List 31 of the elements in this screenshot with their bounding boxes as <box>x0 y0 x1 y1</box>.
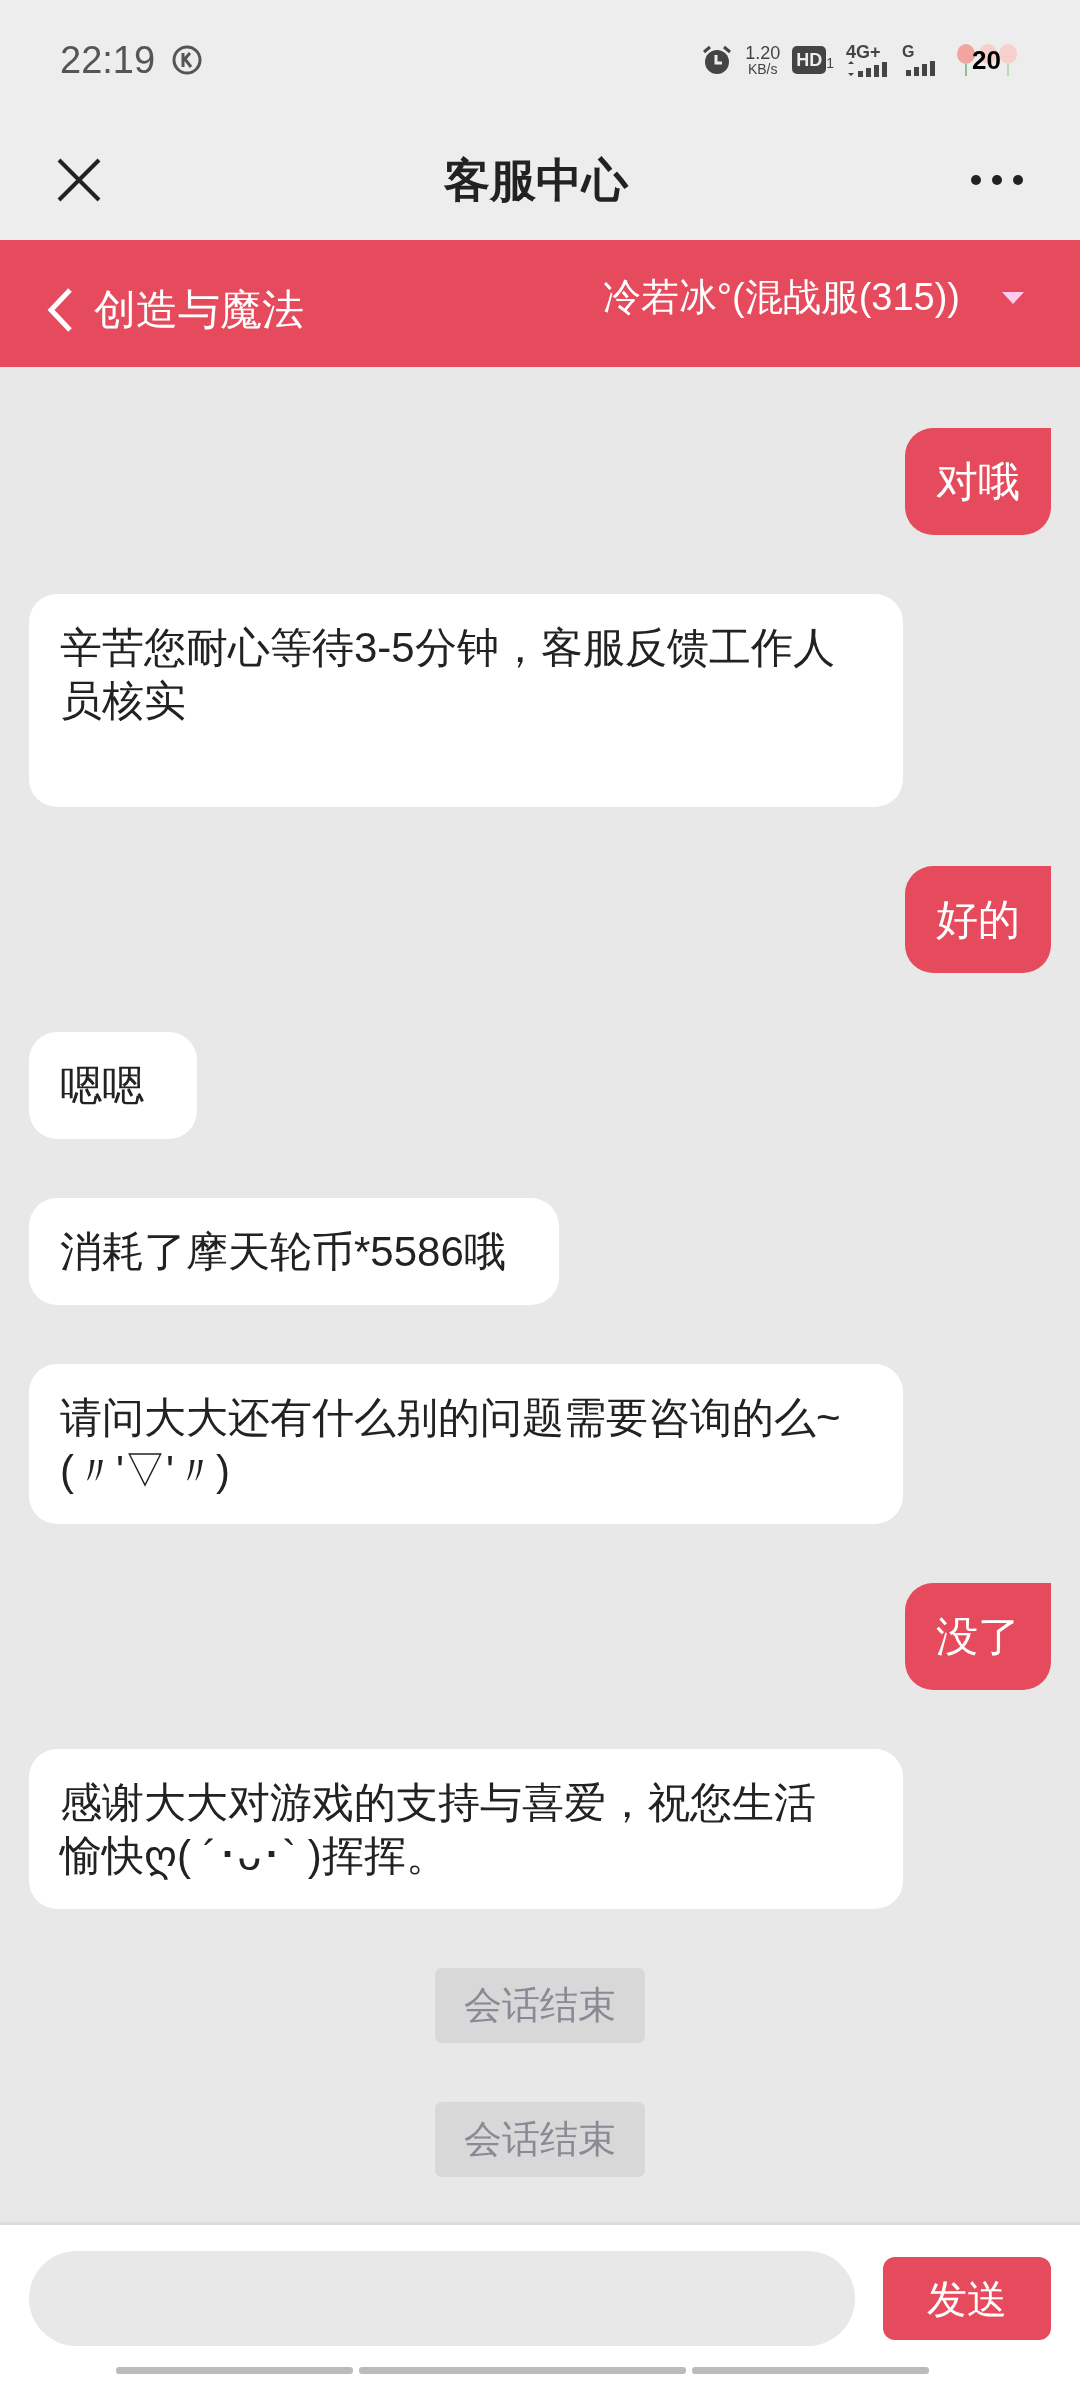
k-circle-icon <box>171 44 204 76</box>
speed-unit: KB/s <box>747 62 778 76</box>
sent-message: 没了 <box>905 1583 1051 1690</box>
received-message: 辛苦您耐心等待3-5分钟，客服反馈工作人员核实 <box>29 594 903 807</box>
network-type: G <box>902 44 915 60</box>
more-icon[interactable] <box>970 174 1024 186</box>
received-message: 嗯嗯 <box>29 1032 197 1139</box>
status-time: 22:19 <box>60 37 156 83</box>
send-button[interactable]: 发送 <box>883 2257 1051 2340</box>
page-title: 客服中心 <box>444 152 628 208</box>
received-message: 请问大大还有什么别的问题需要咨询的么~(〃'▽'〃) <box>29 1364 903 1524</box>
alarm-icon <box>701 44 734 76</box>
hd-badge: HD <box>792 46 827 74</box>
home-indicator-icon <box>116 2367 930 2374</box>
game-name: 创造与魔法 <box>94 285 304 335</box>
battery-level: 20 <box>972 43 1001 77</box>
session-ended-notice: 会话结束 <box>435 1968 645 2043</box>
server-selector[interactable]: 冷若冰°(混战服(315)) <box>602 269 960 326</box>
received-message: 消耗了摩天轮币*5586哦 <box>29 1198 559 1305</box>
session-ended-notice: 会话结束 <box>435 2102 645 2177</box>
back-icon[interactable] <box>46 286 74 333</box>
sent-message: 好的 <box>905 866 1051 973</box>
received-message: 感谢大大对游戏的支持与喜爱，祝您生活愉快ღ( ´･ᴗ･` )挥挥。 <box>29 1749 903 1909</box>
close-icon[interactable] <box>56 157 102 203</box>
signal-icon <box>846 61 890 77</box>
network-type: 4G+ <box>846 43 881 61</box>
flower-battery-icon <box>954 42 1020 78</box>
sent-message: 对哦 <box>905 428 1051 535</box>
hd-sim-number: 1 <box>826 54 834 73</box>
dropdown-caret-icon[interactable] <box>1002 291 1024 304</box>
network-speed: 1.20 <box>745 44 781 62</box>
